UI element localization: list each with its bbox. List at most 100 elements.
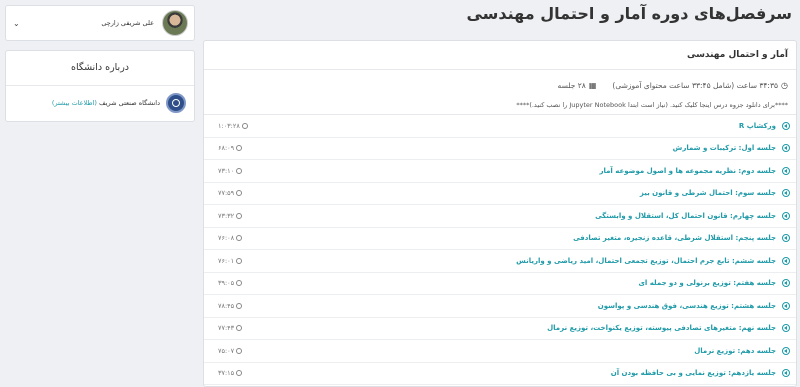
lesson-duration: ۳۹:۰۵	[218, 279, 243, 288]
clock-icon	[236, 257, 243, 264]
lesson-duration-text: ۱:۰۳:۲۸	[218, 121, 240, 130]
download-notice[interactable]: ****برای دانلود جزوه درس اینجا کلیک کنید…	[204, 96, 796, 115]
lesson-duration: ۷۷:۴۳	[218, 324, 243, 333]
play-circle-icon	[782, 166, 790, 175]
clock-icon	[236, 167, 243, 174]
avatar	[162, 10, 188, 36]
profile-info: علی شریفی زارچی	[101, 10, 194, 36]
lesson-duration: ۱:۰۳:۲۸	[218, 122, 248, 130]
play-circle-icon	[782, 346, 790, 355]
clock-icon	[236, 145, 243, 152]
lesson-duration-text: ۳۹:۰۵	[218, 279, 235, 288]
lesson-row[interactable]: ورکشاپ R ۱:۰۳:۲۸	[204, 115, 796, 138]
clock-icon	[236, 325, 243, 332]
university-info: دانشگاه صنعتی شریف (اطلاعات بیشتر)	[52, 99, 160, 107]
lesson-duration: ۷۷:۵۹	[218, 189, 243, 198]
lesson-duration-text: ۷۶:۰۸	[218, 234, 235, 243]
lesson-duration-text: ۷۳:۳۲	[218, 211, 235, 220]
university-row: دانشگاه صنعتی شریف (اطلاعات بیشتر)	[6, 86, 194, 120]
lesson-duration-text: ۷۵:۰۷	[218, 346, 235, 355]
lesson-list: ورکشاپ R ۱:۰۳:۲۸ جلسه اول: ترکیبات و شما…	[204, 115, 796, 385]
lesson-row[interactable]: جلسه هشتم: توزیع هندسی، فوق هندسی و پواس…	[204, 295, 796, 318]
clock-icon	[236, 212, 243, 219]
lesson-title[interactable]: جلسه سوم: احتمال شرطی و قانون بیز	[639, 189, 790, 198]
lesson-row[interactable]: جلسه دوم: نظریه مجموعه ها و اصول موضوعه …	[204, 160, 796, 183]
lesson-title[interactable]: جلسه ششم: تابع جرم احتمال، توزیع تجمعی ا…	[516, 256, 790, 265]
lesson-title-text: جلسه اول: ترکیبات و شمارش	[672, 144, 776, 153]
lesson-title[interactable]: جلسه نهم: متغیرهای تصادفی پیوسته، توزیع …	[547, 324, 790, 333]
lesson-title-text: جلسه سوم: احتمال شرطی و قانون بیز	[639, 189, 776, 198]
clock-icon: ◷	[781, 81, 788, 90]
play-circle-icon	[782, 279, 790, 288]
course-sessions-count: ۲۸ جلسه	[557, 81, 586, 90]
lesson-row[interactable]: جلسه یازدهم: توزیع نمایی و بی حافظه بودن…	[204, 363, 796, 385]
clock-icon	[236, 190, 243, 197]
clock-icon	[236, 280, 243, 287]
chevron-down-icon[interactable]: ⌄	[13, 19, 20, 28]
clock-icon	[236, 235, 243, 242]
lesson-row[interactable]: جلسه نهم: متغیرهای تصادفی پیوسته، توزیع …	[204, 318, 796, 340]
play-circle-icon	[782, 144, 790, 153]
lesson-title-text: جلسه یازدهم: توزیع نمایی و بی حافظه بودن…	[610, 369, 776, 378]
lesson-row[interactable]: جلسه سوم: احتمال شرطی و قانون بیز ۷۷:۵۹	[204, 183, 796, 205]
lesson-title-text: جلسه دهم: توزیع نرمال	[694, 346, 776, 355]
lesson-title[interactable]: جلسه یازدهم: توزیع نمایی و بی حافظه بودن…	[610, 369, 790, 378]
lesson-title-text: جلسه هشتم: توزیع هندسی، فوق هندسی و پواس…	[597, 301, 776, 310]
instructor-profile-card[interactable]: ⌄ علی شریفی زارچی	[5, 5, 195, 41]
university-more-info-link[interactable]: (اطلاعات بیشتر)	[52, 99, 97, 107]
lesson-row[interactable]: جلسه هفتم: توزیع برنولی و دو جمله ای ۳۹:…	[204, 273, 796, 295]
lesson-row[interactable]: جلسه چهارم: قانون احتمال کل، استقلال و و…	[204, 205, 796, 228]
lesson-title[interactable]: جلسه پنجم: استقلال شرطی، قاعده زنجیره، م…	[573, 234, 790, 243]
lesson-title-text: ورکشاپ R	[738, 121, 776, 130]
lesson-duration: ۷۶:۰۸	[218, 234, 243, 243]
lesson-duration-text: ۳۷:۱۵	[218, 369, 235, 378]
download-notice-link[interactable]: ****برای دانلود جزوه درس اینجا کلیک کنید…	[516, 101, 788, 109]
clock-icon	[241, 122, 248, 129]
play-circle-icon	[782, 234, 790, 243]
clock-icon	[236, 302, 243, 309]
course-duration: ۳۴:۳۵ ساعت (شامل ۳۳:۴۵ ساعت محتوای آموزش…	[612, 81, 779, 90]
course-sessions: ▦ ۲۸ جلسه	[558, 76, 597, 96]
play-circle-icon	[782, 211, 790, 220]
lesson-title-text: جلسه پنجم: استقلال شرطی، قاعده زنجیره، م…	[573, 234, 776, 243]
clock-icon	[236, 370, 243, 377]
lesson-title[interactable]: جلسه دوم: نظریه مجموعه ها و اصول موضوعه …	[599, 166, 790, 175]
lesson-title[interactable]: جلسه هفتم: توزیع برنولی و دو جمله ای	[638, 279, 790, 288]
instructor-name: علی شریفی زارچی	[101, 19, 154, 27]
lesson-duration: ۳۷:۱۵	[218, 369, 243, 378]
lesson-row[interactable]: جلسه دهم: توزیع نرمال ۷۵:۰۷	[204, 340, 796, 363]
course-syllabus-card: آمار و احتمال مهندسی ◷ ۳۴:۳۵ ساعت (شامل …	[203, 40, 797, 387]
lesson-duration: ۷۳:۱۰	[218, 166, 243, 175]
lesson-title[interactable]: ورکشاپ R	[738, 121, 790, 130]
lesson-title[interactable]: جلسه اول: ترکیبات و شمارش	[672, 144, 790, 153]
page-title: سرفصل‌های دوره آمار و احتمال مهندسی	[466, 4, 792, 23]
lesson-duration-text: ۷۳:۱۰	[218, 166, 235, 175]
about-university-heading: درباره دانشگاه	[6, 51, 194, 86]
lesson-title-text: جلسه چهارم: قانون احتمال کل، استقلال و و…	[595, 211, 776, 220]
play-circle-icon	[782, 324, 790, 333]
lesson-duration-text: ۷۶:۰۱	[218, 256, 235, 265]
university-logo	[166, 93, 186, 113]
play-circle-icon	[782, 301, 790, 310]
lesson-title-text: جلسه ششم: تابع جرم احتمال، توزیع تجمعی ا…	[516, 256, 776, 265]
lesson-duration-text: ۶۸:۰۹	[218, 144, 235, 153]
lesson-row[interactable]: جلسه پنجم: استقلال شرطی، قاعده زنجیره، م…	[204, 228, 796, 250]
lesson-duration: ۶۸:۰۹	[218, 144, 243, 153]
clock-icon	[236, 347, 243, 354]
lesson-row[interactable]: جلسه اول: ترکیبات و شمارش ۶۸:۰۹	[204, 138, 796, 160]
lesson-duration: ۷۳:۳۲	[218, 211, 243, 220]
lesson-title-text: جلسه هفتم: توزیع برنولی و دو جمله ای	[638, 279, 776, 288]
lesson-duration-text: ۷۷:۴۳	[218, 324, 235, 333]
play-circle-icon	[782, 256, 790, 265]
presentation-icon: ▦	[588, 81, 597, 90]
lesson-duration: ۷۵:۰۷	[218, 346, 243, 355]
lesson-duration-text: ۷۷:۵۹	[218, 189, 235, 198]
lesson-title[interactable]: جلسه چهارم: قانون احتمال کل، استقلال و و…	[595, 211, 790, 220]
course-info-row: ◷ ۳۴:۳۵ ساعت (شامل ۳۳:۴۵ ساعت محتوای آمو…	[204, 76, 796, 96]
play-circle-icon	[782, 121, 790, 130]
lesson-title[interactable]: جلسه هشتم: توزیع هندسی، فوق هندسی و پواس…	[597, 301, 790, 310]
lesson-title[interactable]: جلسه دهم: توزیع نرمال	[694, 346, 790, 355]
lesson-duration-text: ۷۸:۴۵	[218, 301, 235, 310]
play-circle-icon	[782, 369, 790, 378]
lesson-row[interactable]: جلسه ششم: تابع جرم احتمال، توزیع تجمعی ا…	[204, 250, 796, 273]
